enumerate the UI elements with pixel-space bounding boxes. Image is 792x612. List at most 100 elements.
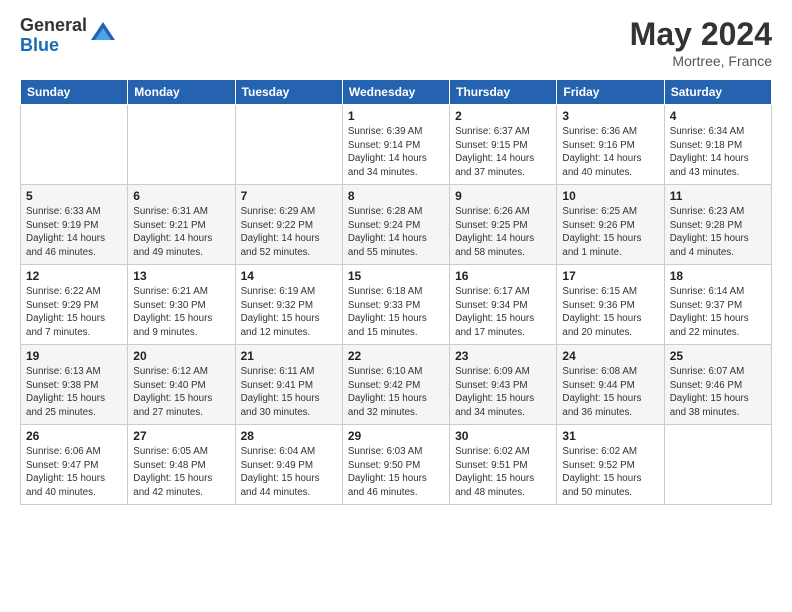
- day-number: 29: [348, 429, 444, 443]
- logo-icon: [89, 20, 117, 48]
- day-info: Sunrise: 6:21 AM Sunset: 9:30 PM Dayligh…: [133, 285, 229, 340]
- calendar-cell: 19 Sunrise: 6:13 AM Sunset: 9:38 PM Dayli…: [21, 345, 128, 425]
- calendar-cell: [128, 105, 235, 185]
- day-number: 10: [562, 189, 658, 203]
- day-number: 31: [562, 429, 658, 443]
- day-info: Sunrise: 6:15 AM Sunset: 9:36 PM Dayligh…: [562, 285, 658, 340]
- day-number: 2: [455, 109, 551, 123]
- logo-general: General: [20, 16, 87, 36]
- day-number: 3: [562, 109, 658, 123]
- day-info: Sunrise: 6:19 AM Sunset: 9:32 PM Dayligh…: [241, 285, 337, 340]
- calendar-cell: 6 Sunrise: 6:31 AM Sunset: 9:21 PM Daylig…: [128, 185, 235, 265]
- calendar-cell: [21, 105, 128, 185]
- calendar-cell: 17 Sunrise: 6:15 AM Sunset: 9:36 PM Dayli…: [557, 265, 664, 345]
- day-info: Sunrise: 6:06 AM Sunset: 9:47 PM Dayligh…: [26, 445, 122, 500]
- day-info: Sunrise: 6:29 AM Sunset: 9:22 PM Dayligh…: [241, 205, 337, 260]
- calendar-cell: [664, 425, 771, 505]
- day-number: 20: [133, 349, 229, 363]
- day-info: Sunrise: 6:39 AM Sunset: 9:14 PM Dayligh…: [348, 125, 444, 180]
- day-info: Sunrise: 6:13 AM Sunset: 9:38 PM Dayligh…: [26, 365, 122, 420]
- header-thursday: Thursday: [450, 80, 557, 105]
- calendar-header-row: Sunday Monday Tuesday Wednesday Thursday…: [21, 80, 772, 105]
- title-location: Mortree, France: [630, 53, 772, 69]
- day-info: Sunrise: 6:10 AM Sunset: 9:42 PM Dayligh…: [348, 365, 444, 420]
- day-info: Sunrise: 6:22 AM Sunset: 9:29 PM Dayligh…: [26, 285, 122, 340]
- day-number: 13: [133, 269, 229, 283]
- calendar-week-row: 1 Sunrise: 6:39 AM Sunset: 9:14 PM Daylig…: [21, 105, 772, 185]
- header-tuesday: Tuesday: [235, 80, 342, 105]
- calendar-cell: 31 Sunrise: 6:02 AM Sunset: 9:52 PM Dayli…: [557, 425, 664, 505]
- calendar-cell: 13 Sunrise: 6:21 AM Sunset: 9:30 PM Dayli…: [128, 265, 235, 345]
- calendar-cell: 27 Sunrise: 6:05 AM Sunset: 9:48 PM Dayli…: [128, 425, 235, 505]
- header-monday: Monday: [128, 80, 235, 105]
- header-wednesday: Wednesday: [342, 80, 449, 105]
- day-number: 8: [348, 189, 444, 203]
- day-number: 24: [562, 349, 658, 363]
- calendar-cell: [235, 105, 342, 185]
- calendar-cell: 2Sunrise: 6:37 AM Sunset: 9:15 PM Daylig…: [450, 105, 557, 185]
- day-number: 26: [26, 429, 122, 443]
- day-number: 28: [241, 429, 337, 443]
- day-number: 17: [562, 269, 658, 283]
- day-number: 21: [241, 349, 337, 363]
- calendar-cell: 21 Sunrise: 6:11 AM Sunset: 9:41 PM Dayli…: [235, 345, 342, 425]
- calendar-week-row: 26 Sunrise: 6:06 AM Sunset: 9:47 PM Dayli…: [21, 425, 772, 505]
- day-number: 7: [241, 189, 337, 203]
- calendar-cell: 4Sunrise: 6:34 AM Sunset: 9:18 PM Daylig…: [664, 105, 771, 185]
- day-number: 15: [348, 269, 444, 283]
- calendar-cell: 3 Sunrise: 6:36 AM Sunset: 9:16 PM Daylig…: [557, 105, 664, 185]
- calendar-cell: 29 Sunrise: 6:03 AM Sunset: 9:50 PM Dayli…: [342, 425, 449, 505]
- day-number: 9: [455, 189, 551, 203]
- calendar-cell: 16Sunrise: 6:17 AM Sunset: 9:34 PM Dayli…: [450, 265, 557, 345]
- day-number: 25: [670, 349, 766, 363]
- title-block: May 2024 Mortree, France: [630, 16, 772, 69]
- day-info: Sunrise: 6:05 AM Sunset: 9:48 PM Dayligh…: [133, 445, 229, 500]
- calendar-cell: 18 Sunrise: 6:14 AM Sunset: 9:37 PM Dayli…: [664, 265, 771, 345]
- calendar-cell: 22 Sunrise: 6:10 AM Sunset: 9:42 PM Dayli…: [342, 345, 449, 425]
- header: General Blue May 2024 Mortree, France: [20, 16, 772, 69]
- day-info: Sunrise: 6:33 AM Sunset: 9:19 PM Dayligh…: [26, 205, 122, 260]
- calendar-week-row: 5 Sunrise: 6:33 AM Sunset: 9:19 PM Daylig…: [21, 185, 772, 265]
- day-number: 23: [455, 349, 551, 363]
- day-number: 1: [348, 109, 444, 123]
- day-number: 11: [670, 189, 766, 203]
- day-info: Sunrise: 6:02 AM Sunset: 9:52 PM Dayligh…: [562, 445, 658, 500]
- day-info: Sunrise: 6:11 AM Sunset: 9:41 PM Dayligh…: [241, 365, 337, 420]
- day-info: Sunrise: 6:28 AM Sunset: 9:24 PM Dayligh…: [348, 205, 444, 260]
- calendar-cell: 20 Sunrise: 6:12 AM Sunset: 9:40 PM Dayli…: [128, 345, 235, 425]
- day-number: 14: [241, 269, 337, 283]
- calendar-table: Sunday Monday Tuesday Wednesday Thursday…: [20, 79, 772, 505]
- day-info: Sunrise: 6:12 AM Sunset: 9:40 PM Dayligh…: [133, 365, 229, 420]
- day-number: 5: [26, 189, 122, 203]
- day-number: 18: [670, 269, 766, 283]
- day-info: Sunrise: 6:36 AM Sunset: 9:16 PM Dayligh…: [562, 125, 658, 180]
- logo-text: General Blue: [20, 16, 87, 56]
- calendar-week-row: 19 Sunrise: 6:13 AM Sunset: 9:38 PM Dayli…: [21, 345, 772, 425]
- day-info: Sunrise: 6:14 AM Sunset: 9:37 PM Dayligh…: [670, 285, 766, 340]
- day-number: 12: [26, 269, 122, 283]
- day-info: Sunrise: 6:08 AM Sunset: 9:44 PM Dayligh…: [562, 365, 658, 420]
- calendar-cell: 25 Sunrise: 6:07 AM Sunset: 9:46 PM Dayli…: [664, 345, 771, 425]
- calendar-week-row: 12 Sunrise: 6:22 AM Sunset: 9:29 PM Dayli…: [21, 265, 772, 345]
- calendar-cell: 28Sunrise: 6:04 AM Sunset: 9:49 PM Dayli…: [235, 425, 342, 505]
- day-number: 4: [670, 109, 766, 123]
- day-info: Sunrise: 6:03 AM Sunset: 9:50 PM Dayligh…: [348, 445, 444, 500]
- calendar-cell: 12 Sunrise: 6:22 AM Sunset: 9:29 PM Dayli…: [21, 265, 128, 345]
- day-info: Sunrise: 6:09 AM Sunset: 9:43 PM Dayligh…: [455, 365, 551, 420]
- calendar-cell: 24 Sunrise: 6:08 AM Sunset: 9:44 PM Dayli…: [557, 345, 664, 425]
- calendar-cell: 8 Sunrise: 6:28 AM Sunset: 9:24 PM Daylig…: [342, 185, 449, 265]
- calendar-cell: 15Sunrise: 6:18 AM Sunset: 9:33 PM Dayli…: [342, 265, 449, 345]
- calendar-cell: 14 Sunrise: 6:19 AM Sunset: 9:32 PM Dayli…: [235, 265, 342, 345]
- day-info: Sunrise: 6:31 AM Sunset: 9:21 PM Dayligh…: [133, 205, 229, 260]
- day-number: 22: [348, 349, 444, 363]
- day-number: 6: [133, 189, 229, 203]
- header-sunday: Sunday: [21, 80, 128, 105]
- day-info: Sunrise: 6:07 AM Sunset: 9:46 PM Dayligh…: [670, 365, 766, 420]
- page: General Blue May 2024 Mortree, France Su…: [0, 0, 792, 612]
- calendar-cell: 10Sunrise: 6:25 AM Sunset: 9:26 PM Dayli…: [557, 185, 664, 265]
- day-info: Sunrise: 6:23 AM Sunset: 9:28 PM Dayligh…: [670, 205, 766, 260]
- calendar-cell: 30Sunrise: 6:02 AM Sunset: 9:51 PM Dayli…: [450, 425, 557, 505]
- day-number: 27: [133, 429, 229, 443]
- day-number: 19: [26, 349, 122, 363]
- calendar-cell: 11 Sunrise: 6:23 AM Sunset: 9:28 PM Dayli…: [664, 185, 771, 265]
